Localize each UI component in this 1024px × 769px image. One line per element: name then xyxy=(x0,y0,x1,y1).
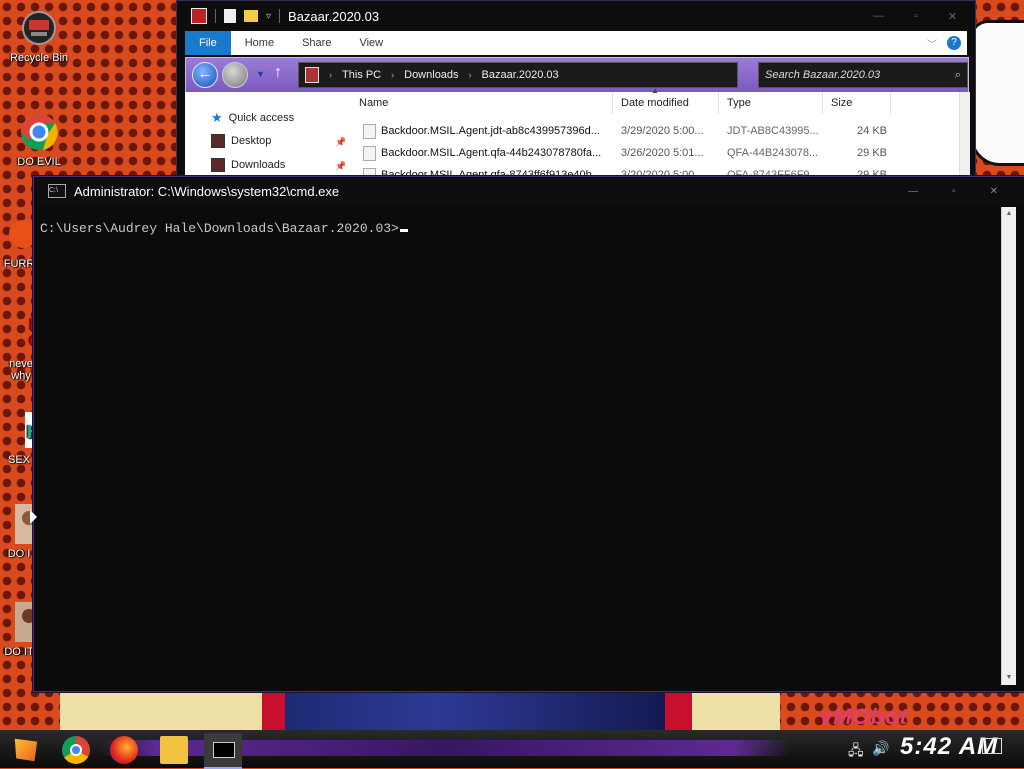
column-header-type[interactable]: Type xyxy=(719,92,823,114)
close-button[interactable]: ✕ xyxy=(990,186,998,197)
window-controls: — ▫ ✕ xyxy=(873,10,975,23)
desktop-icon-label: Recycle Bin xyxy=(9,52,69,64)
downloads-folder-icon xyxy=(211,158,225,172)
chrome-icon xyxy=(21,113,58,150)
recycle-bin-icon xyxy=(22,11,56,45)
desktop-folder-icon xyxy=(211,134,225,148)
expand-ribbon-icon[interactable]: ﹀ xyxy=(927,36,937,51)
breadcrumb-item-downloads[interactable]: Downloads xyxy=(404,69,458,81)
maximize-button[interactable]: ▫ xyxy=(952,186,956,197)
file-list-scrollbar[interactable] xyxy=(959,92,970,181)
breadcrumb-item-this-pc[interactable]: This PC xyxy=(342,69,381,81)
breadcrumb-item-current[interactable]: Bazaar.2020.03 xyxy=(482,69,559,81)
tab-file[interactable]: File xyxy=(185,31,231,55)
nav-item-downloads[interactable]: Downloads xyxy=(211,158,285,172)
up-button[interactable]: ↑ xyxy=(274,64,282,82)
forward-button[interactable] xyxy=(222,62,248,88)
wallpaper-art-dark xyxy=(285,690,665,735)
file-icon xyxy=(363,124,376,139)
file-row[interactable]: Backdoor.MSIL.Agent.qfa-44b243078780fa..… xyxy=(345,143,945,163)
network-icon[interactable]: 🖧 xyxy=(848,740,864,764)
recycle-bin-desktop-icon[interactable]: Recycle Bin xyxy=(4,6,74,64)
breadcrumb[interactable]: › This PC › Downloads › Bazaar.2020.03 xyxy=(298,62,738,88)
window-app-icon xyxy=(191,8,207,24)
back-button[interactable]: ← xyxy=(192,62,218,88)
column-header-size[interactable]: Size xyxy=(823,92,891,114)
scroll-down-icon[interactable]: ▼ xyxy=(1002,671,1016,685)
action-center-icon[interactable] xyxy=(982,738,1002,754)
console-scrollbar[interactable]: ▲ ▼ xyxy=(1001,207,1016,685)
volume-icon[interactable]: 🔊 xyxy=(872,740,889,757)
search-input[interactable]: Search Bazaar.2020.03 ⌕ xyxy=(758,62,968,88)
do-evil-desktop-icon[interactable]: DO EVIL xyxy=(4,110,74,168)
help-icon[interactable]: ? xyxy=(947,36,961,50)
explorer-title-bar[interactable]: ▿ Bazaar.2020.03 — ▫ ✕ xyxy=(177,1,975,31)
wallpaper-brand-text: vMObot xyxy=(820,704,908,729)
tab-home[interactable]: Home xyxy=(231,31,288,55)
column-header-name[interactable]: Name xyxy=(345,92,613,114)
taskbar-file-explorer-icon[interactable] xyxy=(160,736,188,764)
search-icon: ⌕ xyxy=(954,68,961,81)
desktop-icon-label: DO EVIL xyxy=(17,156,61,168)
explorer-window-title: Bazaar.2020.03 xyxy=(288,8,380,24)
properties-icon[interactable] xyxy=(224,9,236,23)
tab-view[interactable]: View xyxy=(345,31,397,55)
taskbar-cmd-icon[interactable] xyxy=(204,733,242,769)
star-icon: ★ xyxy=(211,110,223,125)
minimize-button[interactable]: — xyxy=(873,10,884,23)
taskbar-chrome-icon[interactable] xyxy=(62,736,90,764)
address-bar-area: ← ▼ ↑ › This PC › Downloads › Bazaar.202… xyxy=(185,57,969,93)
window-controls: — ▫ ✕ xyxy=(908,186,1024,197)
text-cursor xyxy=(399,229,408,232)
search-placeholder: Search Bazaar.2020.03 xyxy=(765,69,881,81)
cmd-window-title: Administrator: C:\Windows\system32\cmd.e… xyxy=(74,183,340,199)
console-output[interactable]: C:\Users\Audrey Hale\Downloads\Bazaar.20… xyxy=(40,221,408,236)
new-folder-icon[interactable] xyxy=(244,10,258,22)
file-explorer-window[interactable]: ▿ Bazaar.2020.03 — ▫ ✕ File Home Share V… xyxy=(176,0,976,183)
recent-locations-icon[interactable]: ▼ xyxy=(256,69,265,79)
column-header-date-modified[interactable]: Date modified xyxy=(613,92,719,114)
tab-share[interactable]: Share xyxy=(288,31,345,55)
mouse-pointer-icon xyxy=(30,510,37,524)
maximize-button[interactable]: ▫ xyxy=(914,10,918,23)
wallpaper-art-white xyxy=(970,20,1024,166)
file-list: ▲ Name Date modified Type Size Backdoor.… xyxy=(345,86,967,183)
close-button[interactable]: ✕ xyxy=(948,10,957,23)
command-prompt-window[interactable]: C:\ Administrator: C:\Windows\system32\c… xyxy=(33,176,1024,692)
minimize-button[interactable]: — xyxy=(908,186,918,197)
taskbar-firefox-icon[interactable] xyxy=(110,736,138,764)
this-pc-icon xyxy=(305,67,319,83)
cmd-title-bar[interactable]: C:\ Administrator: C:\Windows\system32\c… xyxy=(34,177,1024,205)
ribbon-tabs: File Home Share View ﹀ ? xyxy=(185,31,967,55)
chevron-down-icon[interactable]: ▿ xyxy=(266,11,271,22)
cmd-app-icon: C:\ xyxy=(48,184,66,198)
command-prompt-line: C:\Users\Audrey Hale\Downloads\Bazaar.20… xyxy=(40,221,399,236)
nav-item-desktop[interactable]: Desktop xyxy=(211,134,271,148)
file-row[interactable]: Backdoor.MSIL.Agent.jdt-ab8c439957396d..… xyxy=(345,121,945,141)
navigation-pane: ★ Quick access Desktop 📌 Downloads 📌 xyxy=(185,92,346,181)
scroll-up-icon[interactable]: ▲ xyxy=(1002,207,1016,221)
file-icon xyxy=(363,146,376,161)
nav-item-quick-access[interactable]: ★ Quick access xyxy=(211,110,294,126)
